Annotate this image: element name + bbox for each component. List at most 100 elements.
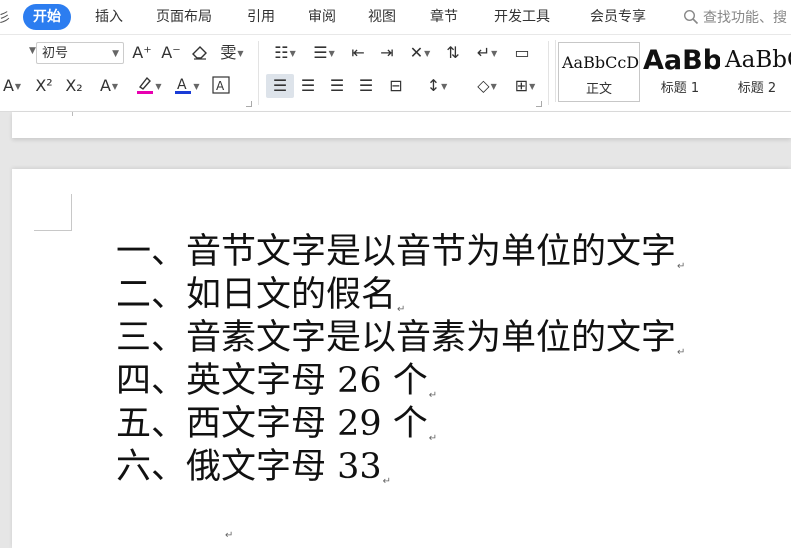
menu-tab-member[interactable]: 会员专享 <box>590 7 646 27</box>
menu-tab-review[interactable]: 审阅 <box>308 7 336 27</box>
decrease-indent-icon: ⇤ <box>351 43 365 62</box>
style-name: 标题 1 <box>660 81 700 96</box>
subscript-icon: X₂ <box>65 76 83 95</box>
doc-line-4[interactable]: 四、英文字母 26 个↵ <box>116 360 437 402</box>
show-hide-marks-button[interactable]: ↵▼ <box>470 41 504 65</box>
ruler-button[interactable]: ▭ <box>509 41 535 65</box>
increase-indent-icon: ⇥ <box>380 43 394 62</box>
style-heading-2[interactable]: AaBbC 标题 2 <box>722 42 791 100</box>
line-text: 二、如日文的假名 <box>116 275 397 315</box>
distributed-align-button[interactable]: ⊟ <box>383 74 409 98</box>
chinese-layout-icon: ✕ <box>409 43 424 62</box>
menu-tab-view[interactable]: 视图 <box>368 7 396 27</box>
justify-button[interactable]: ☰ <box>354 74 378 98</box>
phonetic-guide-button[interactable]: 雯▼ <box>215 41 249 65</box>
doc-line-2[interactable]: 二、如日文的假名↵ <box>116 274 405 316</box>
align-left-button[interactable]: ☰ <box>266 74 294 98</box>
paragraph-mark-icon: ↵ <box>476 43 491 62</box>
text-outline-icon: A <box>99 76 111 95</box>
shrink-font-icon: A⁻ <box>161 43 181 62</box>
chinese-layout-button[interactable]: ✕▼ <box>403 41 437 65</box>
superscript-button[interactable]: X² <box>32 74 56 98</box>
ribbon-toolbar: ▼ 初号 ▼ A⁺ A⁻ 雯▼ ☷▼ ☰▼ ⇤ ⇥ ✕▼ ⇅ ↵▼ ▭ A▼ X… <box>0 35 791 112</box>
svg-text:A: A <box>177 77 187 93</box>
distributed-align-icon: ⊟ <box>389 76 403 95</box>
grow-font-icon: A⁺ <box>132 43 152 62</box>
chevron-down-icon: ▼ <box>111 82 119 91</box>
paragraph-mark-icon: ↵ <box>382 476 392 487</box>
line-spacing-button[interactable]: ↕▼ <box>420 74 454 98</box>
menu-tab-page-layout[interactable]: 页面布局 <box>156 7 212 27</box>
highlight-color-button[interactable]: ▼ <box>132 74 166 98</box>
svg-text:A: A <box>216 79 225 93</box>
chevron-down-icon: ▼ <box>491 49 498 58</box>
menu-tab-developer[interactable]: 开发工具 <box>494 7 550 27</box>
align-center-icon: ☰ <box>300 76 316 95</box>
line-text: 四、英文字母 26 个 <box>116 361 428 401</box>
bullet-list-button[interactable]: ☷▼ <box>268 41 302 65</box>
decrease-indent-button[interactable]: ⇤ <box>346 41 370 65</box>
numbered-list-icon: ☰ <box>313 43 328 62</box>
menu-bar: 彡 开始 插入 页面布局 引用 审阅 视图 章节 开发工具 会员专享 查找功能、… <box>0 0 791 35</box>
command-search[interactable]: 查找功能、搜 <box>683 7 787 27</box>
text-effect-icon: A <box>2 76 14 95</box>
align-right-button[interactable]: ☰ <box>325 74 349 98</box>
font-size-select[interactable]: 初号 ▼ <box>36 42 124 64</box>
search-icon <box>683 9 699 25</box>
paint-bucket-icon: ◇ <box>477 76 490 95</box>
font-dialog-launcher[interactable] <box>246 101 252 107</box>
ruler-icon: ▭ <box>514 43 530 62</box>
doc-line-6[interactable]: 六、俄文字母 33↵ <box>116 446 391 488</box>
chevron-down-icon: ▼ <box>441 82 448 91</box>
chevron-down-icon: ▼ <box>328 49 335 58</box>
style-normal[interactable]: AaBbCcDd 正文 <box>558 42 640 102</box>
menu-tab-insert[interactable]: 插入 <box>95 7 123 27</box>
style-heading-1[interactable]: AaBb 标题 1 <box>640 42 720 100</box>
borders-button[interactable]: ⊞▼ <box>508 74 542 98</box>
numbered-list-button[interactable]: ☰▼ <box>307 41 341 65</box>
chevron-down-icon: ▼ <box>237 49 244 58</box>
margin-corner-mark <box>34 230 72 231</box>
doc-line-1[interactable]: 一、音节文字是以音节为单位的文字↵ <box>116 231 685 273</box>
document-page[interactable]: 一、音节文字是以音节为单位的文字↵ 二、如日文的假名↵ 三、音素文字是以音素为单… <box>12 169 791 548</box>
menu-tab-home[interactable]: 开始 <box>23 4 71 30</box>
margin-marker <box>72 112 73 116</box>
menu-tab-chapter[interactable]: 章节 <box>430 7 458 27</box>
chevron-down-icon: ▼ <box>112 49 119 59</box>
search-placeholder: 查找功能、搜 <box>703 10 787 26</box>
margin-corner-mark <box>71 194 72 231</box>
increase-indent-button[interactable]: ⇥ <box>375 41 399 65</box>
line-text: 五、西文字母 29 个 <box>116 404 428 444</box>
paragraph-mark-icon: ↵ <box>428 433 438 444</box>
align-right-icon: ☰ <box>329 76 345 95</box>
font-color-button[interactable]: A ▼ <box>170 74 204 98</box>
clear-format-button[interactable] <box>189 41 211 65</box>
style-sample: AaBbCcDd <box>562 53 640 72</box>
paragraph-dialog-launcher[interactable] <box>536 101 542 107</box>
line-text: 三、音素文字是以音素为单位的文字 <box>116 318 677 358</box>
justify-icon: ☰ <box>358 76 374 95</box>
shrink-font-button[interactable]: A⁻ <box>159 41 183 65</box>
chevron-down-icon: ▼ <box>289 49 296 58</box>
subscript-button[interactable]: X₂ <box>62 74 86 98</box>
align-left-icon: ☰ <box>272 76 288 95</box>
document-canvas[interactable]: 一、音节文字是以音节为单位的文字↵ 二、如日文的假名↵ 三、音素文字是以音素为单… <box>0 112 791 548</box>
styles-gallery: AaBbCcDd 正文 AaBb 标题 1 AaBbC 标题 2 <box>555 40 791 102</box>
menu-tab-references[interactable]: 引用 <box>247 7 275 27</box>
grow-font-button[interactable]: A⁺ <box>130 41 154 65</box>
ribbon-divider <box>548 41 549 105</box>
sort-button[interactable]: ⇅ <box>441 41 465 65</box>
menu-tab-file-fragment[interactable]: 彡 <box>0 7 11 26</box>
font-name-dropdown-arrow[interactable]: ▼ <box>29 46 36 56</box>
align-center-button[interactable]: ☰ <box>296 74 320 98</box>
chevron-down-icon: ▼ <box>490 82 497 91</box>
doc-line-5[interactable]: 五、西文字母 29 个↵ <box>116 403 437 445</box>
text-effect-button[interactable]: A▼ <box>0 74 26 98</box>
font-color-icon: A <box>175 77 192 94</box>
borders-icon: ⊞ <box>514 76 529 95</box>
text-outline-button[interactable]: A▼ <box>92 74 126 98</box>
doc-line-3[interactable]: 三、音素文字是以音素为单位的文字↵ <box>116 317 685 359</box>
shading-button[interactable]: ◇▼ <box>470 74 504 98</box>
style-sample: AaBb <box>643 45 720 76</box>
char-border-button[interactable]: A <box>210 74 232 98</box>
